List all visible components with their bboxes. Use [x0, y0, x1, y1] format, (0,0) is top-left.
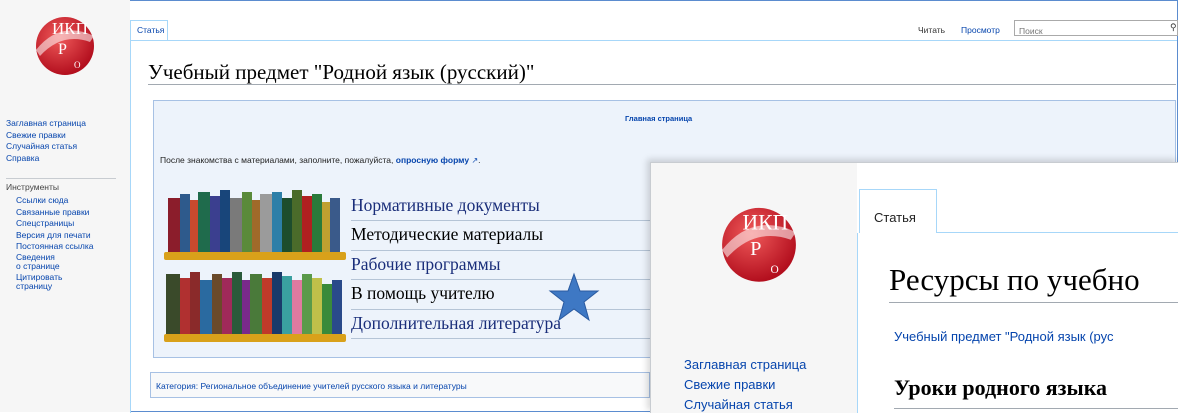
- tool-page-info[interactable]: Сведения о странице: [16, 252, 116, 271]
- overlay-logo-text-mid: Р: [750, 238, 761, 260]
- tools-heading: Инструменты: [6, 182, 60, 192]
- sidebar: ИКП Р О Заглавная страница Свежие правки…: [0, 0, 130, 412]
- sidebar-divider: [6, 178, 116, 179]
- overlay-content-border: [857, 233, 858, 413]
- search-icon[interactable]: ⚲: [1170, 22, 1177, 33]
- tools-list: Ссылки сюда Связанные правки Спецстраниц…: [16, 195, 116, 293]
- tool-cite-line2: страницу: [16, 280, 53, 291]
- sidebar-item-help[interactable]: Справка: [6, 153, 86, 165]
- bookshelf-bottom-image: [164, 272, 346, 342]
- sidebar-item-main[interactable]: Заглавная страница: [6, 118, 86, 130]
- survey-form-link[interactable]: опросную форму: [396, 155, 469, 165]
- sidebar-item-random[interactable]: Случайная статья: [6, 141, 86, 153]
- overlay-site-logo[interactable]: ИКП Р О: [709, 199, 809, 283]
- tab-article[interactable]: Статья: [130, 20, 168, 40]
- menu-item-methodical-materials[interactable]: Методические материалы: [351, 221, 651, 251]
- star-icon: [548, 272, 600, 322]
- overlay-page-title: Ресурсы по учебно: [889, 262, 1140, 297]
- zoomed-view-overlay: ИКП Р О Заглавная страница Свежие правки…: [650, 162, 1178, 413]
- logo-text-mid: Р: [58, 41, 67, 58]
- tool-special-pages[interactable]: Спецстраницы: [16, 218, 116, 230]
- title-divider: [148, 84, 1176, 85]
- resource-menu: Нормативные документы Методические матер…: [351, 192, 651, 339]
- overlay-tab-rule: [937, 232, 1178, 233]
- menu-item-teacher-help[interactable]: В помощь учителю: [351, 280, 651, 310]
- overlay-heading-divider: [894, 408, 1178, 409]
- logo-text-top: ИКП: [52, 19, 88, 38]
- tool-print-version[interactable]: Версия для печати: [16, 230, 116, 242]
- tool-related-changes[interactable]: Связанные правки: [16, 207, 116, 219]
- bookshelf-top-image: [164, 190, 346, 260]
- overlay-sidebar-item-main[interactable]: Заглавная страница: [684, 355, 806, 375]
- category-label[interactable]: Категория:: [156, 381, 198, 391]
- survey-text: После знакомства с материалами, заполнит…: [160, 155, 396, 165]
- category-box: Категория: Региональное объединение учит…: [150, 372, 650, 398]
- search-input[interactable]: [1015, 24, 1163, 38]
- tool-page-info-line2: о странице: [16, 260, 60, 271]
- tool-cite[interactable]: Цитировать страницу: [16, 272, 116, 291]
- survey-suffix: .: [478, 155, 481, 165]
- sidebar-nav: Заглавная страница Свежие правки Случайн…: [6, 118, 86, 164]
- menu-item-normative-documents[interactable]: Нормативные документы: [351, 192, 651, 222]
- category-link[interactable]: Региональное объединение учителей русско…: [200, 381, 466, 391]
- menu-item-work-programs[interactable]: Рабочие программы: [351, 251, 651, 281]
- overlay-breadcrumb-link[interactable]: Учебный предмет "Родной язык (рус: [894, 329, 1114, 344]
- tool-whatlinkshere[interactable]: Ссылки сюда: [16, 195, 116, 207]
- overlay-tab-article[interactable]: Статья: [859, 189, 937, 233]
- overlay-sidebar-nav: Заглавная страница Свежие правки Случайн…: [684, 355, 806, 413]
- overlay-logo-text-top: ИКП: [742, 211, 788, 235]
- overlay-section-heading: Уроки родного языка: [894, 375, 1108, 400]
- overlay-sidebar-item-random[interactable]: Случайная статья: [684, 395, 806, 413]
- tab-view[interactable]: Просмотр: [957, 20, 1004, 40]
- overlay-logo-text-bottom: О: [770, 264, 778, 276]
- sidebar-item-recent[interactable]: Свежие правки: [6, 130, 86, 142]
- menu-item-additional-literature[interactable]: Дополнительная литература: [351, 310, 651, 339]
- survey-notice: После знакомства с материалами, заполнит…: [160, 155, 481, 165]
- page-title: Учебный предмет "Родной язык (русский)": [148, 60, 535, 84]
- logo-text-bottom: О: [74, 60, 81, 70]
- tab-read[interactable]: Читать: [914, 20, 949, 40]
- search-box: [1014, 20, 1178, 38]
- site-logo[interactable]: ИКП Р О: [30, 10, 100, 76]
- overlay-sidebar-item-recent[interactable]: Свежие правки: [684, 375, 806, 395]
- main-page-link[interactable]: Главная страница: [625, 114, 692, 123]
- overlay-title-divider: [889, 302, 1178, 303]
